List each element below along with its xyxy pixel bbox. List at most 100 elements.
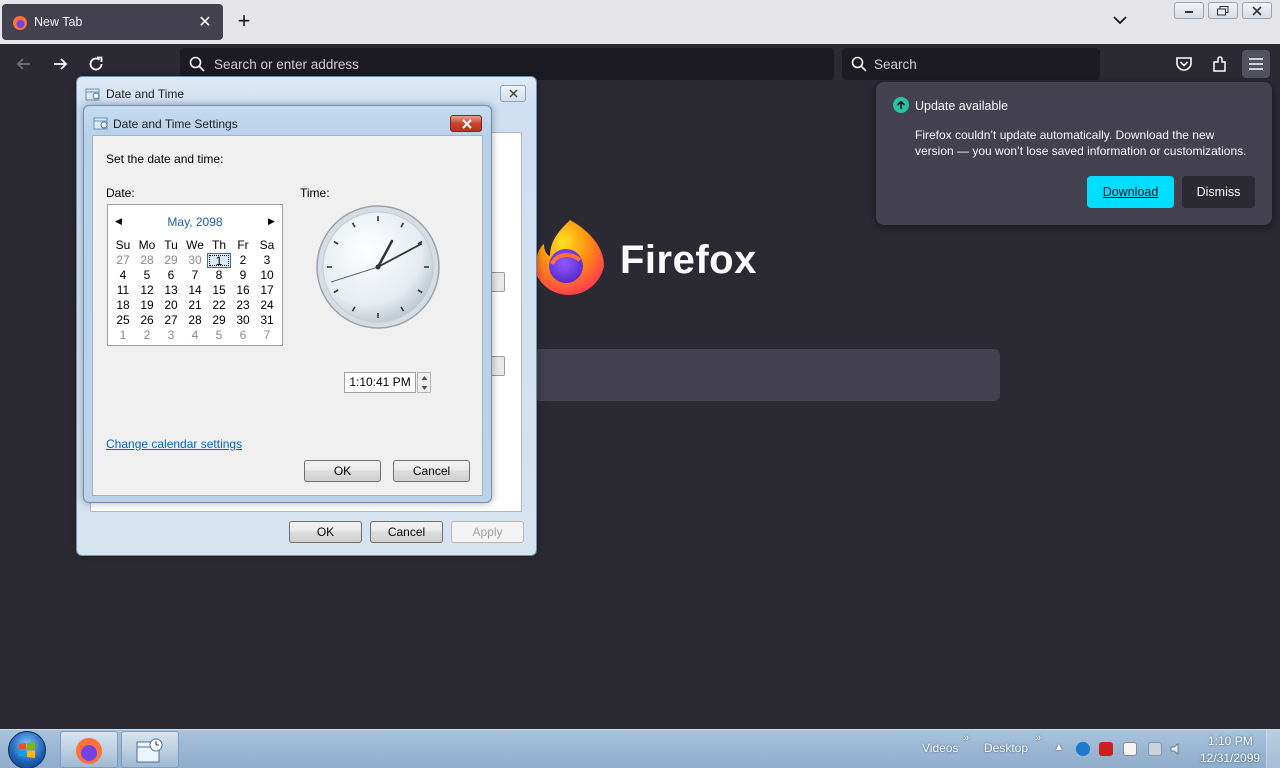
tray-security-icon[interactable] [1099,742,1113,756]
search-bar[interactable]: Search [842,48,1100,80]
popup-message: Firefox couldn’t update automatically. D… [915,128,1247,158]
change-time-zone-button-edge[interactable] [491,356,505,376]
close-tab-icon[interactable]: ✕ [197,12,213,32]
close-dialog-button[interactable] [450,115,482,132]
calendar-day[interactable]: 8 [207,268,231,283]
reload-icon[interactable] [86,54,106,74]
calendar-day[interactable]: 4 [111,268,135,283]
calendar-day[interactable]: 21 [183,298,207,313]
calendar-day[interactable]: 1 [111,328,135,343]
calendar-day[interactable]: 28 [135,253,159,268]
tray-network-icon[interactable] [1076,742,1090,756]
month-calendar[interactable]: ◀ May, 2098 ▶ Su Mo Tu We Th Fr Sa 27 28 29 30 1 2 3 4… [107,204,283,346]
calendar-day[interactable]: 7 [255,328,279,343]
calendar-day[interactable]: 15 [207,283,231,298]
tray-action-center-icon[interactable] [1123,742,1137,756]
weekday-header: Th [211,238,226,252]
app-menu-button[interactable] [1242,50,1270,78]
calendar-day[interactable]: 31 [255,313,279,328]
calendar-day[interactable]: 2 [231,253,255,268]
restore-button[interactable] [1208,2,1238,19]
calendar-day[interactable]: 27 [111,253,135,268]
extensions-icon[interactable] [1210,54,1230,74]
tray-display-icon[interactable] [1148,742,1162,756]
taskbar-date-time[interactable] [121,731,179,768]
calendar-day[interactable]: 26 [135,313,159,328]
calendar-day[interactable]: 13 [159,283,183,298]
calendar-day[interactable]: 6 [231,328,255,343]
tab-new-tab[interactable]: New Tab ✕ [2,4,223,40]
download-button[interactable]: Download [1087,176,1174,208]
calendar-day[interactable]: 30 [183,253,207,268]
calendar-day[interactable]: 16 [231,283,255,298]
calendar-day[interactable]: 9 [231,268,255,283]
calendar-day[interactable]: 11 [111,283,135,298]
pocket-icon[interactable] [1174,54,1194,74]
taskbar-firefox[interactable] [60,731,118,768]
calendar-day[interactable]: 5 [135,268,159,283]
desktop-toolbar-expand-icon[interactable]: » [1035,732,1041,744]
search-placeholder: Search [874,57,917,72]
calendar-day[interactable]: 3 [255,253,279,268]
analog-clock [316,205,440,329]
calendar-day[interactable]: 17 [255,283,279,298]
calendar-day[interactable]: 30 [231,313,255,328]
show-hidden-icons-icon[interactable]: ▲ [1054,742,1064,753]
apply-button[interactable]: Apply [451,521,524,543]
calendar-day[interactable]: 24 [255,298,279,313]
calendar-day[interactable]: 4 [183,328,207,343]
time-input[interactable]: 1:10:41 PM [344,372,416,393]
close-window-button[interactable] [1242,2,1272,19]
calendar-day[interactable]: 25 [111,313,135,328]
date-and-time-settings-dialog: Date and Time Settings Set the date and … [83,105,492,503]
calendar-day[interactable]: 28 [183,313,207,328]
forward-arrow-icon[interactable] [50,54,70,74]
calendar-day[interactable]: 19 [135,298,159,313]
calendar-month-header[interactable]: May, 2098 [108,215,282,229]
calendar-day[interactable]: 29 [207,313,231,328]
calendar-day[interactable]: 3 [159,328,183,343]
calendar-day[interactable]: 20 [159,298,183,313]
dismiss-button[interactable]: Dismiss [1182,176,1255,208]
calendar-day[interactable]: 27 [159,313,183,328]
show-desktop-button[interactable] [1266,730,1280,768]
calendar-day[interactable]: 29 [159,253,183,268]
cancel-button[interactable]: Cancel [370,521,443,543]
calendar-day[interactable]: 6 [159,268,183,283]
desktop-toolbar[interactable]: Desktop [984,741,1028,755]
next-month-arrow-icon[interactable]: ▶ [268,216,275,227]
calendar-day[interactable]: 2 [135,328,159,343]
videos-toolbar-expand-icon[interactable]: » [963,732,969,744]
new-tab-button[interactable]: + [232,8,256,34]
back-arrow-icon[interactable] [14,54,34,74]
update-arrow-icon [893,97,909,113]
calendar-day[interactable]: 7 [183,268,207,283]
calendar-day[interactable]: 12 [135,283,159,298]
windows-logo-icon [19,742,35,758]
change-calendar-settings-link[interactable]: Change calendar settings [106,437,242,451]
calendar-day-selected[interactable]: 1 [207,253,231,268]
spin-up-icon[interactable] [421,375,428,381]
calendar-day[interactable]: 14 [183,283,207,298]
time-spinner[interactable] [417,372,431,393]
new-tab-search-box[interactable] [520,349,1000,401]
calendar-day[interactable]: 23 [231,298,255,313]
close-dialog-button[interactable] [500,85,526,102]
taskbar-clock-date[interactable]: 12/31/2099 [1200,751,1260,765]
update-available-popup: Update available Firefox couldn’t update… [876,82,1272,225]
calendar-day[interactable]: 5 [207,328,231,343]
cancel-button[interactable]: Cancel [393,460,470,482]
calendar-day[interactable]: 22 [207,298,231,313]
calendar-day[interactable]: 18 [111,298,135,313]
taskbar-clock-time[interactable]: 1:10 PM [1208,734,1253,748]
tray-volume-icon[interactable] [1170,742,1184,756]
change-date-time-button-edge[interactable] [491,272,505,292]
chevron-down-icon[interactable] [1110,10,1130,30]
videos-toolbar[interactable]: Videos [922,741,958,755]
start-button[interactable] [8,731,46,768]
minimize-button[interactable] [1174,2,1204,19]
ok-button[interactable]: OK [289,521,362,543]
calendar-day[interactable]: 10 [255,268,279,283]
ok-button[interactable]: OK [304,460,381,482]
spin-down-icon[interactable] [421,385,428,391]
